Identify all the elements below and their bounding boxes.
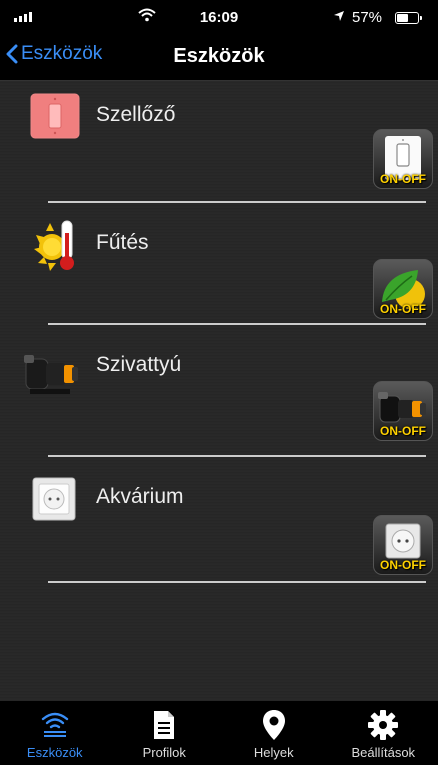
toggle-button-akvarium[interactable]: ON-OFF [373,515,433,575]
toggle-button-szivattyu[interactable]: ON-OFF [373,381,433,441]
toggle-label: ON-OFF [380,424,426,438]
power-socket-icon [32,477,76,521]
water-pump-icon [22,349,82,397]
page-title: Eszközök [173,45,265,67]
toggle-button-szellozo[interactable]: ON-OFF [373,129,433,189]
device-label: Fűtés [96,231,149,254]
gear-icon [367,709,399,746]
status-bar: 16:09 57% [0,0,438,34]
device-label: Szivattyú [96,353,182,376]
device-row-szivattyu[interactable]: Szivattyú ON-OFF [0,335,438,457]
map-pin-icon [262,709,286,746]
navigation-bar: Eszközök Eszközök [0,34,438,81]
device-row-futes[interactable]: Fűtés ON-OFF [0,203,438,325]
tab-helyek[interactable]: Helyek [219,701,329,765]
toggle-label: ON-OFF [380,558,426,572]
row-divider [48,323,426,325]
toggle-button-futes[interactable]: ON-OFF [373,259,433,319]
sun-thermometer-icon [32,217,82,273]
device-row-szellozo[interactable]: Szellőző ON-OFF [0,81,438,203]
device-label: Szellőző [96,103,176,126]
tab-label: Profilok [142,745,186,760]
device-label: Akvárium [96,485,184,508]
tab-label: Eszközök [26,745,83,760]
location-arrow-icon [333,9,345,25]
device-row-akvarium[interactable]: Akvárium ON-OFF [0,457,438,583]
tab-label: Beállítások [351,745,416,760]
tab-eszkozok[interactable]: Eszközök [0,701,110,765]
toggle-label: ON-OFF [380,302,426,316]
battery-percent: 57% [352,9,383,26]
tab-bar: Eszközök Profilok Helyek Beállítások [0,701,438,765]
wifi-icon [40,709,70,744]
row-divider [48,581,426,583]
tab-label: Helyek [253,745,294,760]
document-icon [152,709,176,746]
toggle-label: ON-OFF [380,172,426,186]
wall-switch-icon [30,93,80,139]
tab-profilok[interactable]: Profilok [110,701,220,765]
device-list: Szellőző ON-OFF Fűtés ON-OFF Szivattyú O… [0,81,438,701]
battery-icon [395,12,422,24]
tab-beallitasok[interactable]: Beállítások [329,701,438,765]
